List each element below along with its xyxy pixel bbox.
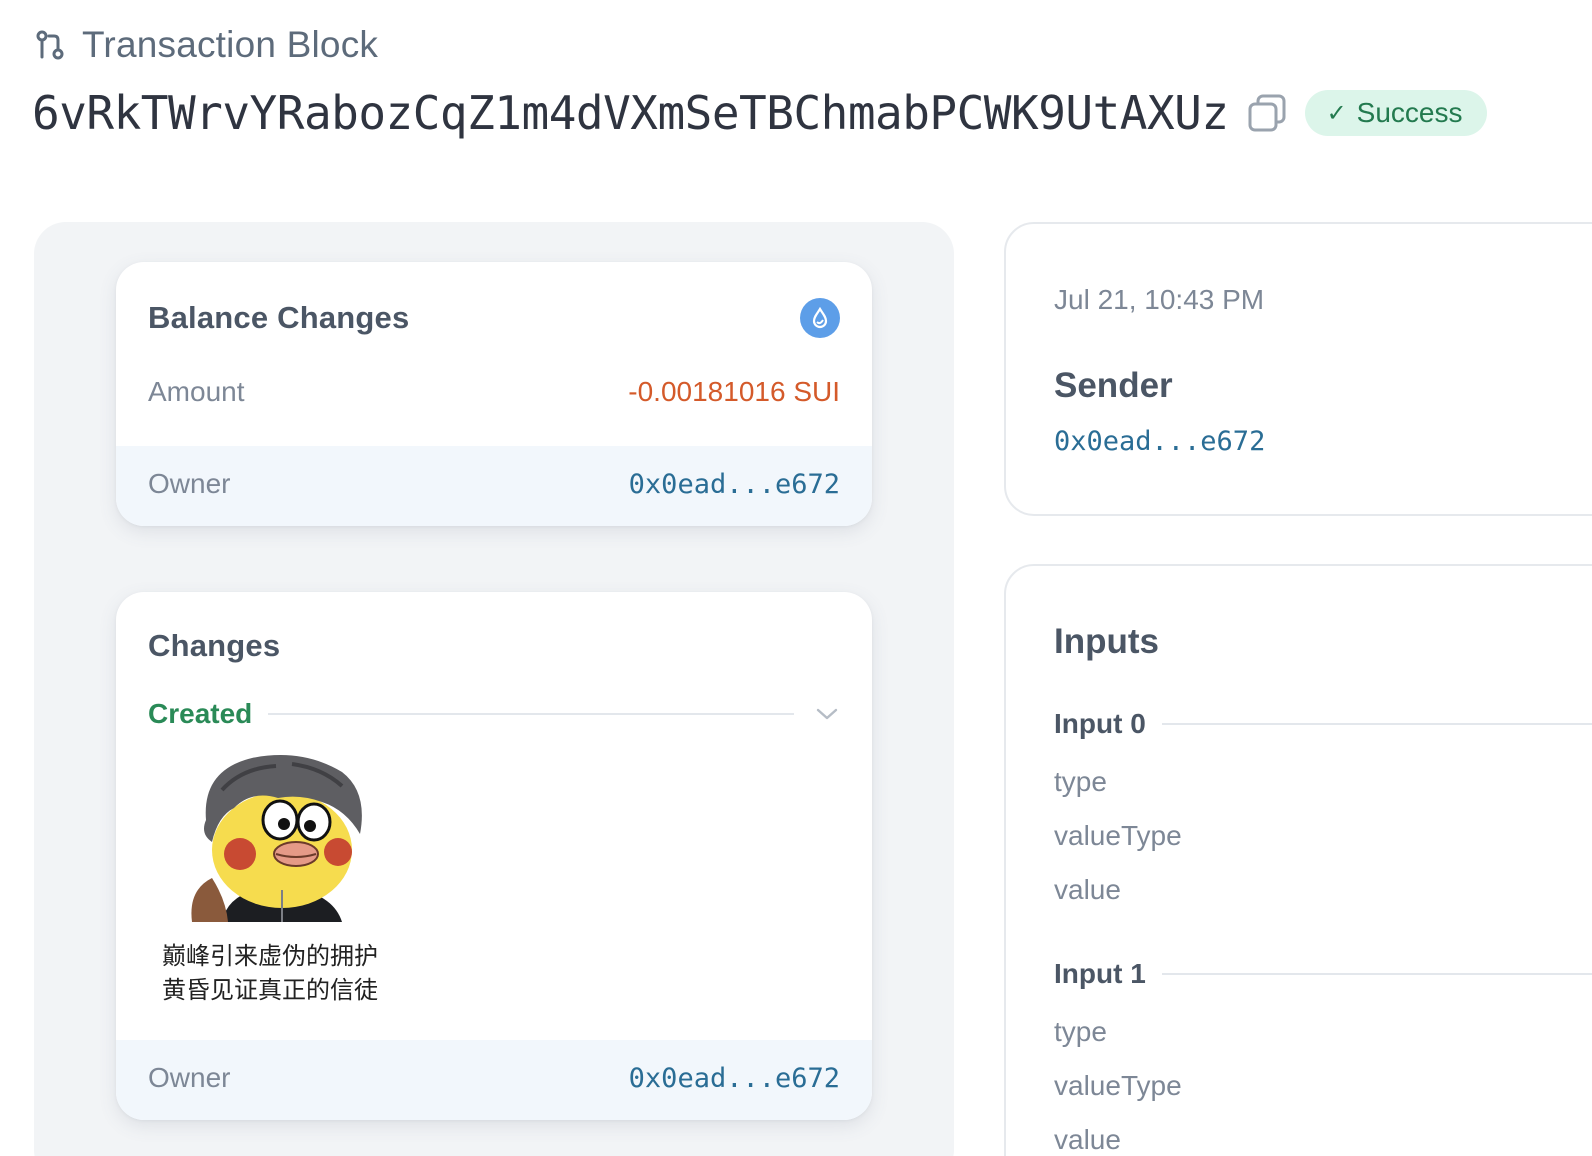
transaction-icon — [34, 25, 66, 65]
timestamp: Jul 21, 10:43 PM — [1054, 284, 1265, 315]
inputs-title: Inputs — [1054, 622, 1159, 661]
nft-image[interactable] — [182, 750, 372, 922]
balance-changes-card: Balance Changes Amount -0.00181016 SUI O… — [116, 262, 872, 526]
amount-value: -0.00181016 SUI — [628, 376, 840, 407]
sender-address-link[interactable]: 0x0ead...e672 — [1054, 426, 1265, 457]
owner-address-link[interactable]: 0x0ead...e672 — [629, 1063, 840, 1094]
divider — [1161, 973, 1592, 975]
sui-coin-icon — [800, 298, 840, 338]
sender-title: Sender — [1054, 366, 1173, 405]
transaction-details-card: Jul 21, 10:43 PM Sender 0x0ead...e672 — [1004, 222, 1592, 516]
check-icon: ✓ — [1326, 99, 1347, 127]
divider — [1161, 723, 1592, 725]
input-0-header: Input 0 — [1054, 706, 1592, 742]
nft-caption-line: 巅峰引来虚伪的拥护 — [162, 943, 378, 970]
created-section-header[interactable]: Created — [148, 696, 840, 732]
digest-row: 6vRkTWrvYRabozCqZ1m4dVXmSeTBChmabPCWK9Ut… — [32, 86, 1487, 140]
balance-changes-title: Balance Changes — [148, 300, 410, 335]
copy-icon[interactable] — [1247, 92, 1287, 134]
status-label: Success — [1356, 97, 1463, 128]
created-label: Created — [148, 698, 253, 729]
input-field-type: type — [1054, 766, 1107, 797]
section-title: Transaction Block — [82, 24, 379, 65]
input-field-value: value — [1054, 874, 1121, 905]
input-field-valuetype: valueType — [1054, 1070, 1182, 1101]
chevron-down-icon[interactable] — [814, 701, 840, 727]
owner-row: Owner 0x0ead...e672 — [116, 1040, 872, 1120]
changes-card: Changes Created 巅峰引来虚伪的拥护 黄昏见证真正的信徒 Owne… — [116, 592, 872, 1120]
input-label: Input 1 — [1054, 958, 1146, 989]
amount-label: Amount — [148, 376, 245, 407]
transaction-digest: 6vRkTWrvYRabozCqZ1m4dVXmSeTBChmabPCWK9Ut… — [32, 86, 1229, 140]
nft-caption: 巅峰引来虚伪的拥护 黄昏见证真正的信徒 — [162, 940, 378, 1008]
input-field-type: type — [1054, 1016, 1107, 1047]
input-field-valuetype: valueType — [1054, 820, 1182, 851]
transaction-page: Transaction Block 6vRkTWrvYRabozCqZ1m4dV… — [0, 0, 1592, 1156]
input-field-value: value — [1054, 1124, 1121, 1155]
status-badge: ✓ Success — [1304, 90, 1487, 136]
owner-address-link[interactable]: 0x0ead...e672 — [629, 469, 840, 500]
divider — [268, 713, 794, 715]
input-1-header: Input 1 — [1054, 956, 1592, 992]
page-header: Transaction Block — [34, 24, 378, 66]
changes-title: Changes — [148, 628, 281, 663]
owner-row: Owner 0x0ead...e672 — [116, 446, 872, 526]
input-label: Input 0 — [1054, 708, 1146, 739]
inputs-card: Inputs Input 0 type valueType value Inpu… — [1004, 564, 1592, 1156]
owner-label: Owner — [148, 468, 231, 499]
nft-caption-line: 黄昏见证真正的信徒 — [162, 977, 378, 1004]
owner-label: Owner — [148, 1062, 231, 1093]
